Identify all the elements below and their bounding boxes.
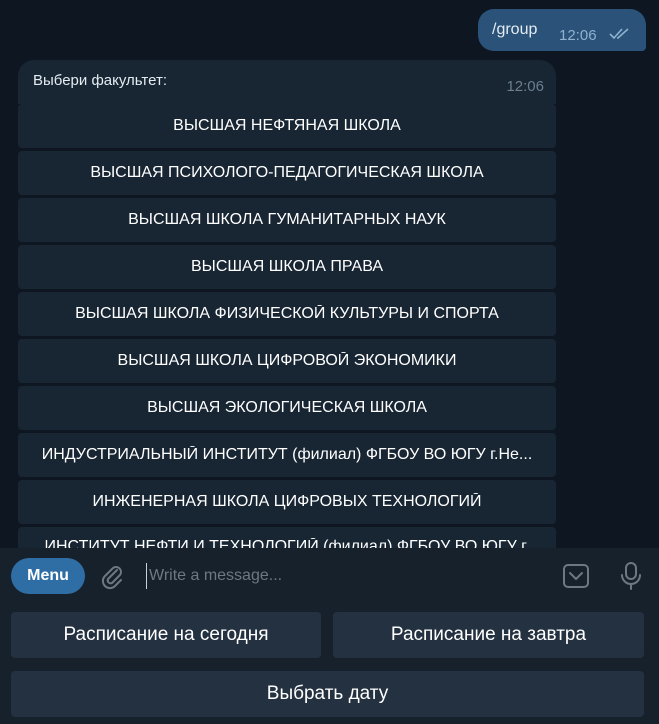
faculty-button-label: ИНСТИТУТ НЕФТИ И ТЕХНОЛОГИЙ (филиал) ФГБ… — [44, 538, 530, 548]
faculty-button-label: ИНЖЕНЕРНАЯ ШКОЛА ЦИФРОВЫХ ТЕХНОЛОГИЙ — [92, 493, 482, 510]
menu-button[interactable]: Menu — [11, 558, 85, 594]
faculty-button-label: ВЫСШАЯ НЕФТЯНАЯ ШКОЛА — [173, 117, 401, 134]
faculty-button[interactable]: ИНЖЕНЕРНАЯ ШКОЛА ЦИФРОВЫХ ТЕХНОЛОГИЙ — [18, 480, 556, 524]
outgoing-message[interactable]: /group 12:06 — [478, 9, 646, 51]
faculty-button[interactable]: ВЫСШАЯ ПСИХОЛОГО-ПЕДАГОГИЧЕСКАЯ ШКОЛА — [18, 151, 556, 195]
attach-icon[interactable] — [98, 562, 126, 595]
double-check-icon — [609, 27, 631, 45]
outgoing-message-text: /group — [492, 21, 538, 38]
faculty-button-label: ВЫСШАЯ ШКОЛА ГУМАНИТАРНЫХ НАУК — [128, 211, 446, 228]
incoming-message-time: 12:06 — [506, 78, 544, 95]
faculty-button-label: ВЫСШАЯ ШКОЛА ЦИФРОВОЙ ЭКОНОМИКИ — [117, 352, 457, 369]
schedule-tomorrow-button[interactable]: Расписание на завтра — [333, 612, 644, 658]
faculty-button[interactable]: ВЫСШАЯ НЕФТЯНАЯ ШКОЛА — [18, 104, 556, 148]
faculty-button[interactable]: ВЫСШАЯ ШКОЛА ФИЗИЧЕСКОЙ КУЛЬТУРЫ И СПОРТ… — [18, 292, 556, 336]
keyboard-toggle-icon[interactable] — [562, 562, 590, 595]
faculty-button-label: ВЫСШАЯ ШКОЛА ПРАВА — [191, 258, 383, 275]
reply-keyboard: Расписание на сегодня Расписание на завт… — [0, 604, 659, 724]
inline-keyboard: ВЫСШАЯ НЕФТЯНАЯ ШКОЛА ВЫСШАЯ ПСИХОЛОГО-П… — [18, 104, 556, 548]
faculty-button[interactable]: ВЫСШАЯ ЭКОЛОГИЧЕСКАЯ ШКОЛА — [18, 386, 556, 430]
faculty-button-label: ВЫСШАЯ ПСИХОЛОГО-ПЕДАГОГИЧЕСКАЯ ШКОЛА — [90, 164, 484, 181]
faculty-button[interactable]: ВЫСШАЯ ШКОЛА ГУМАНИТАРНЫХ НАУК — [18, 198, 556, 242]
faculty-button-label: ВЫСШАЯ ЭКОЛОГИЧЕСКАЯ ШКОЛА — [147, 399, 427, 416]
faculty-button-label: ИНДУСТРИАЛЬНЫЙ ИНСТИТУТ (филиал) ФГБОУ В… — [41, 446, 533, 463]
faculty-button[interactable]: ВЫСШАЯ ШКОЛА ПРАВА — [18, 245, 556, 289]
pick-date-button[interactable]: Выбрать дату — [11, 671, 644, 717]
message-input[interactable] — [146, 563, 529, 589]
faculty-button[interactable]: ИНДУСТРИАЛЬНЫЙ ИНСТИТУТ (филиал) ФГБОУ В… — [18, 433, 556, 477]
message-composer: Menu — [0, 548, 659, 604]
faculty-button[interactable]: ИНСТИТУТ НЕФТИ И ТЕХНОЛОГИЙ (филиал) ФГБ… — [18, 527, 556, 548]
incoming-message[interactable]: Выбери факультет: 12:06 — [18, 60, 556, 104]
microphone-icon[interactable] — [620, 561, 642, 596]
faculty-button-label: ВЫСШАЯ ШКОЛА ФИЗИЧЕСКОЙ КУЛЬТУРЫ И СПОРТ… — [75, 305, 499, 322]
chat-history: /group 12:06 Выбери факультет: 12:06 ВЫС… — [0, 0, 659, 548]
incoming-message-text: Выбери факультет: — [33, 72, 168, 89]
schedule-today-button[interactable]: Расписание на сегодня — [11, 612, 321, 658]
outgoing-message-time: 12:06 — [559, 27, 597, 44]
faculty-button[interactable]: ВЫСШАЯ ШКОЛА ЦИФРОВОЙ ЭКОНОМИКИ — [18, 339, 556, 383]
